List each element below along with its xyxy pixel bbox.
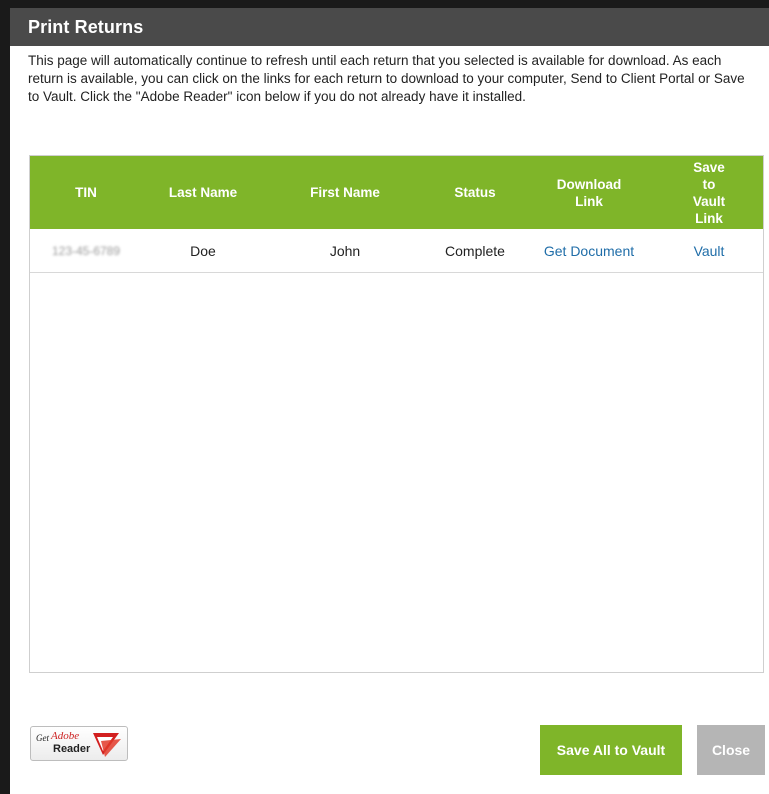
intro-text: This page will automatically continue to…	[28, 53, 745, 104]
dialog-title: Print Returns	[28, 17, 144, 37]
adobe-reader-text: Reader	[53, 743, 91, 755]
adobe-reader-icon	[93, 733, 121, 757]
table-row: 123-45-6789 Doe John Complete Get Docume…	[30, 229, 763, 273]
row-last-name: Doe	[190, 242, 216, 259]
header-status[interactable]: Status	[426, 156, 524, 229]
row-tin: 123-45-6789	[30, 229, 142, 272]
header-download-link[interactable]: Download Link	[524, 156, 654, 229]
row-download: Get Document	[524, 229, 654, 272]
get-adobe-reader-button[interactable]: Get Adobe Reader	[30, 726, 128, 761]
close-button[interactable]: Close	[697, 725, 765, 775]
row-first-name: John	[329, 242, 361, 259]
header-tin[interactable]: TIN	[30, 156, 142, 229]
header-last-name[interactable]: Last Name	[142, 156, 264, 229]
row-status: Complete	[445, 242, 505, 259]
vault-link[interactable]: Vault	[694, 243, 725, 259]
adobe-brand-text: Adobe	[51, 730, 80, 742]
row-vault: Vault	[654, 229, 764, 272]
table-header: TIN Last Name First Name Status Download…	[30, 156, 763, 229]
tin-value: 123-45-6789	[51, 243, 121, 258]
adobe-get-text: Get	[36, 733, 49, 743]
get-document-link[interactable]: Get Document	[544, 243, 634, 259]
header-first-name[interactable]: First Name	[264, 156, 426, 229]
save-all-to-vault-button[interactable]: Save All to Vault	[540, 725, 682, 775]
dialog-title-bar: Print Returns	[10, 8, 769, 46]
returns-table: TIN Last Name First Name Status Download…	[29, 155, 764, 673]
header-vault-link[interactable]: Save to Vault Link	[654, 156, 764, 229]
